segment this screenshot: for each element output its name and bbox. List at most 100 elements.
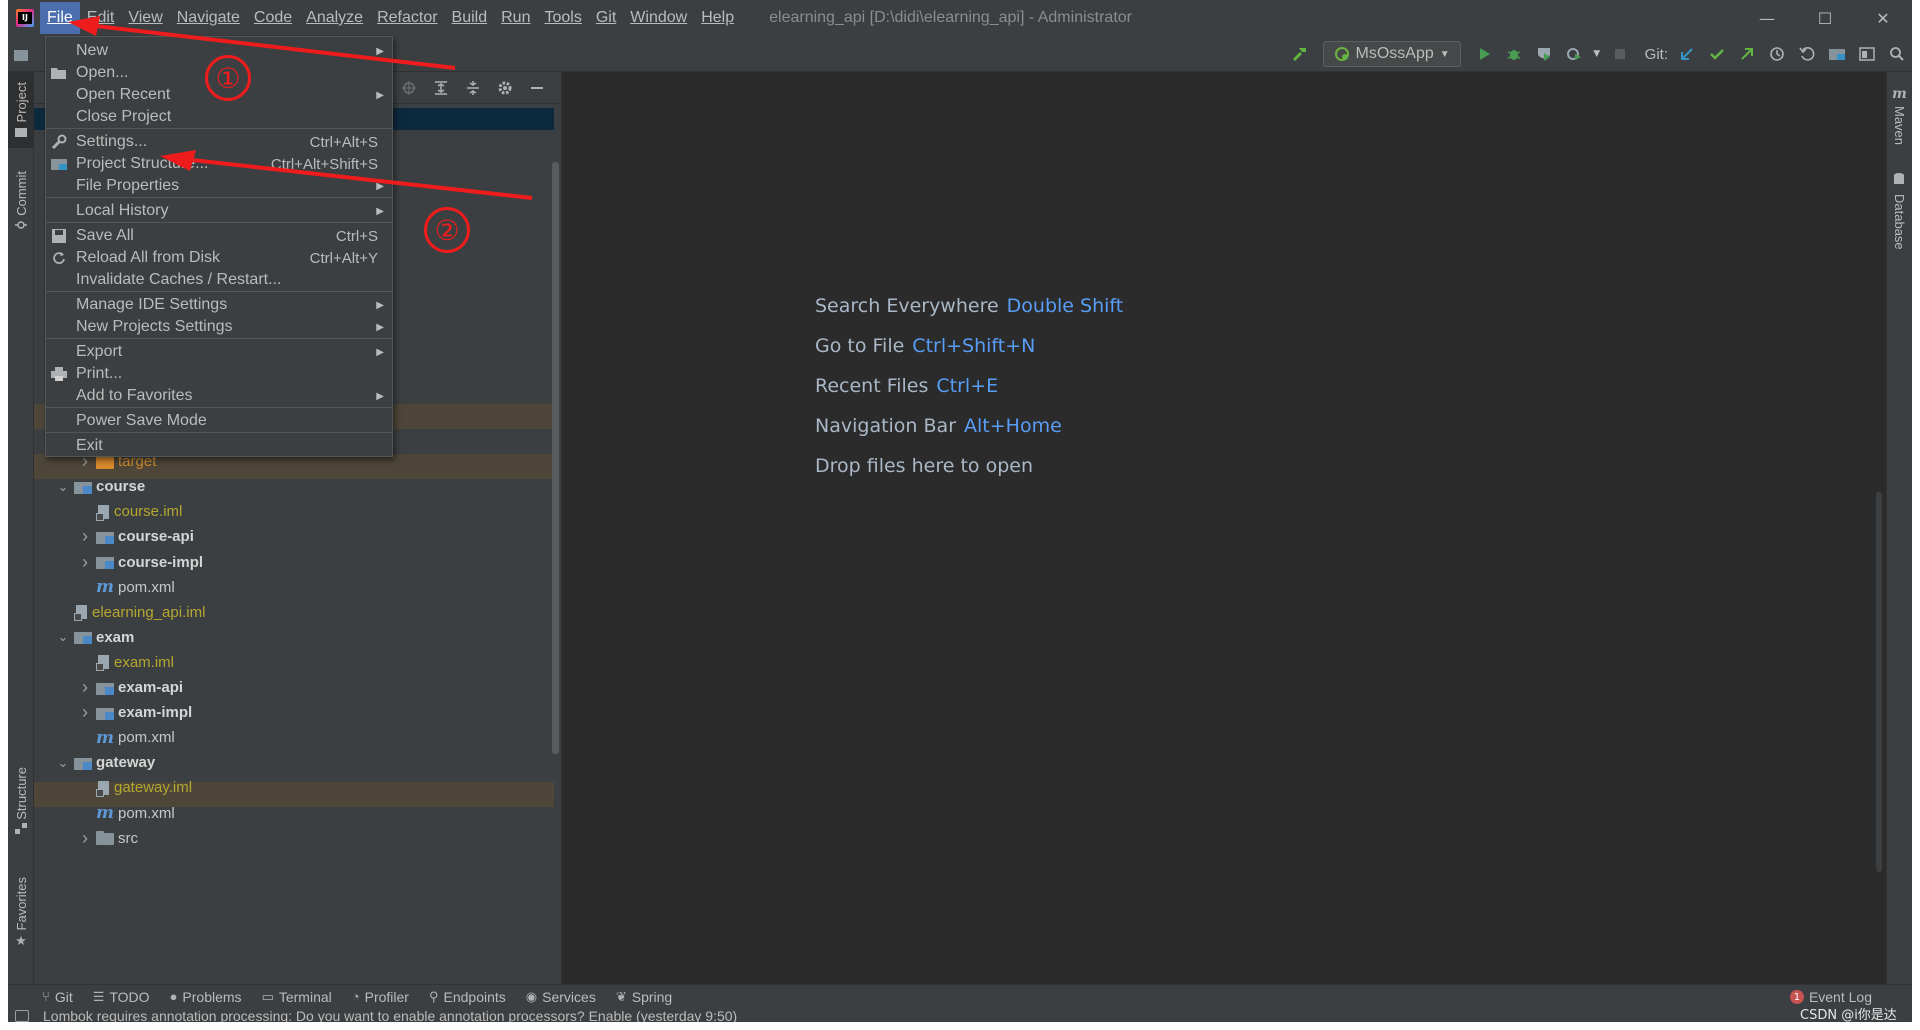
menu-item-manage-ide-settings[interactable]: Manage IDE Settings ▶ xyxy=(46,293,392,317)
git-push-icon[interactable] xyxy=(1732,39,1762,69)
run-configuration-select[interactable]: MsOssApp ▼ xyxy=(1322,41,1461,67)
tree-node[interactable]: course.iml xyxy=(74,499,182,524)
locate-icon[interactable] xyxy=(393,73,425,103)
menu-run[interactable]: Run xyxy=(494,2,537,34)
menu-refactor[interactable]: Refactor xyxy=(370,2,444,34)
step-1-marker: ① xyxy=(205,55,251,101)
hint-shortcut: Double Shift xyxy=(1006,295,1124,317)
menu-item-close-project[interactable]: Close Project xyxy=(46,105,392,129)
menu-item-new-projects-settings[interactable]: New Projects Settings ▶ xyxy=(46,315,392,339)
menu-label: Window xyxy=(630,9,688,26)
expand-all-icon[interactable] xyxy=(425,73,457,103)
menu-navigate[interactable]: Navigate xyxy=(170,2,247,34)
tree-node[interactable]: ⌄ gateway xyxy=(52,750,156,775)
stop-icon[interactable] xyxy=(1605,39,1635,69)
iml-file-icon xyxy=(96,780,110,797)
git-update-icon[interactable] xyxy=(1672,39,1702,69)
tab-favorites[interactable]: Favorites ★ xyxy=(8,872,34,954)
tool-tab-services[interactable]: ◉ Services xyxy=(516,985,606,1009)
project-view-icon[interactable] xyxy=(8,42,34,68)
hammer-icon[interactable] xyxy=(1285,39,1315,69)
step-2-marker: ② xyxy=(424,207,470,253)
tree-node[interactable]: m pom.xml xyxy=(74,801,175,826)
menu-item-power-save-mode[interactable]: Power Save Mode xyxy=(46,409,392,433)
debug-icon[interactable] xyxy=(1499,39,1529,69)
tool-tab-profiler[interactable]: ◔ Profiler xyxy=(342,985,419,1009)
chevron-down-icon: ⌄ xyxy=(57,629,69,645)
layout-icon[interactable] xyxy=(1852,39,1882,69)
tab-structure[interactable]: Structure xyxy=(8,762,34,840)
chevron-right-icon: › xyxy=(82,526,88,547)
menu-item-exit[interactable]: Exit xyxy=(46,434,392,458)
tree-node[interactable]: elearning_api.iml xyxy=(52,600,205,625)
editor-scrollbar[interactable] xyxy=(1876,492,1882,872)
hide-panel-icon[interactable] xyxy=(521,73,553,103)
menu-item-invalidate-caches-restart[interactable]: Invalidate Caches / Restart... xyxy=(46,268,392,292)
git-branch-icon: ⑂ xyxy=(42,989,50,1004)
tool-tab-label: Services xyxy=(542,988,596,1005)
tab-maven[interactable]: m Maven xyxy=(1892,84,1907,145)
menu-file[interactable]: File xyxy=(40,2,80,34)
hint-text: Navigation Bar xyxy=(815,415,957,437)
tree-node[interactable]: exam.iml xyxy=(74,650,174,675)
tool-tab-endpoints[interactable]: ⚲ Endpoints xyxy=(419,985,516,1009)
menu-item-project-structure[interactable]: Project Structure... Ctrl+Alt+Shift+S xyxy=(46,152,392,176)
menu-item-add-to-favorites[interactable]: Add to Favorites ▶ xyxy=(46,384,392,408)
tree-node[interactable]: › exam-api xyxy=(74,675,183,700)
menu-view[interactable]: View xyxy=(121,2,169,34)
menu-label: File xyxy=(47,9,73,26)
close-button[interactable]: ✕ xyxy=(1854,0,1912,36)
collapse-all-icon[interactable] xyxy=(457,73,489,103)
project-structure-icon[interactable] xyxy=(1822,39,1852,69)
tree-node[interactable]: › exam-impl xyxy=(74,700,192,725)
tree-node[interactable]: ⌄ course xyxy=(52,474,146,499)
minimize-button[interactable]: — xyxy=(1738,0,1796,36)
tree-node[interactable]: m pom.xml xyxy=(74,575,175,600)
tree-node[interactable]: › src xyxy=(74,826,138,851)
coverage-icon[interactable] xyxy=(1529,39,1559,69)
maximize-button[interactable]: ☐ xyxy=(1796,0,1854,36)
tool-tab-git[interactable]: ⑂ Git xyxy=(32,985,83,1009)
menu-item-save-all[interactable]: Save All Ctrl+S xyxy=(46,224,392,248)
search-icon[interactable] xyxy=(1882,39,1912,69)
menu-item-local-history[interactable]: Local History ▶ xyxy=(46,199,392,223)
tool-tab-spring[interactable]: ❦ Spring xyxy=(606,985,682,1009)
tab-commit[interactable]: Commit xyxy=(8,166,34,236)
status-message[interactable]: Lombok requires annotation processing: D… xyxy=(43,1008,737,1022)
rollback-icon[interactable] xyxy=(1792,39,1822,69)
chevron-right-icon: › xyxy=(82,677,88,697)
tool-tab-terminal[interactable]: ▭ Terminal xyxy=(252,985,342,1009)
menu-item-label: Export xyxy=(76,343,123,360)
menu-window[interactable]: Window xyxy=(623,2,694,34)
tree-node[interactable]: › course-api xyxy=(74,524,194,549)
tree-node[interactable]: ⌄ exam xyxy=(52,625,135,650)
menu-git[interactable]: Git xyxy=(589,2,623,34)
run-icon[interactable] xyxy=(1469,39,1499,69)
module-folder-icon xyxy=(74,480,92,494)
menu-item-settings[interactable]: Settings... Ctrl+Alt+S xyxy=(46,130,392,154)
tree-node[interactable]: m pom.xml xyxy=(74,725,175,750)
menu-item-print[interactable]: Print... xyxy=(46,362,392,386)
chevron-down-icon[interactable]: ▼ xyxy=(1589,39,1605,69)
tree-node[interactable]: › course-impl xyxy=(74,550,203,575)
project-scrollbar[interactable] xyxy=(552,162,559,754)
menu-code[interactable]: Code xyxy=(247,2,299,34)
history-icon[interactable] xyxy=(1762,39,1792,69)
gear-icon[interactable] xyxy=(489,73,521,103)
tab-database[interactable]: Database xyxy=(1892,172,1907,250)
menu-analyze[interactable]: Analyze xyxy=(299,2,370,34)
menu-item-reload-all-from-disk[interactable]: Reload All from Disk Ctrl+Alt+Y xyxy=(46,246,392,270)
menu-item-file-properties[interactable]: File Properties ▶ xyxy=(46,174,392,198)
toggle-tool-windows-icon[interactable] xyxy=(15,1010,29,1022)
tool-tab-problems[interactable]: ● Problems xyxy=(160,985,252,1009)
tree-node[interactable]: gateway.iml xyxy=(74,775,192,800)
profile-icon[interactable] xyxy=(1559,39,1589,69)
menu-help[interactable]: Help xyxy=(694,2,741,34)
git-commit-icon[interactable] xyxy=(1702,39,1732,69)
tool-tab-todo[interactable]: ☰ TODO xyxy=(83,985,160,1009)
tab-project[interactable]: Project xyxy=(8,72,34,148)
menu-tools[interactable]: Tools xyxy=(537,2,588,34)
menu-item-export[interactable]: Export ▶ xyxy=(46,340,392,364)
menu-build[interactable]: Build xyxy=(445,2,495,34)
menu-edit[interactable]: Edit xyxy=(80,2,122,34)
